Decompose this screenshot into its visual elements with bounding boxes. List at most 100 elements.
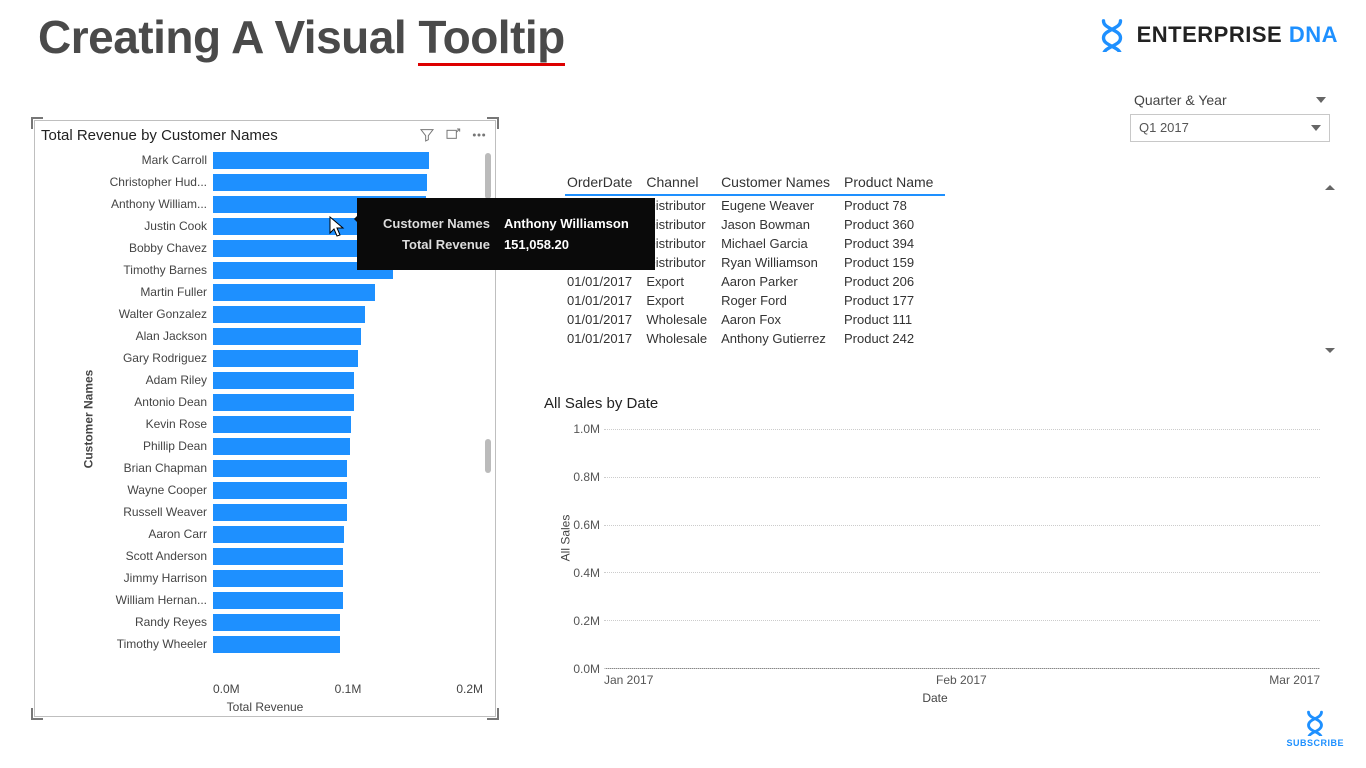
x-tick: Feb 2017 bbox=[936, 673, 987, 687]
bar-category-label: Antonio Dean bbox=[35, 395, 213, 409]
scroll-up-arrow-icon[interactable] bbox=[1325, 180, 1335, 190]
bar[interactable] bbox=[213, 570, 343, 587]
y-tick: 1.0M bbox=[540, 422, 600, 436]
bar-row[interactable]: Phillip Dean bbox=[35, 435, 495, 457]
table-header[interactable]: Customer Names bbox=[719, 170, 842, 195]
visual-title: All Sales by Date bbox=[544, 395, 1330, 412]
x-tick: Jan 2017 bbox=[604, 673, 653, 687]
table-cell: Distributor bbox=[644, 195, 719, 215]
x-tick: 0.1M bbox=[335, 682, 362, 696]
table-row[interactable]: 01/01/2017ExportAaron ParkerProduct 206 bbox=[565, 272, 945, 291]
selection-handle[interactable] bbox=[487, 117, 499, 129]
x-axis-title: Date bbox=[540, 691, 1330, 705]
bar-category-label: Scott Anderson bbox=[35, 549, 213, 563]
quarter-year-slicer[interactable]: Quarter & Year Q1 2017 bbox=[1130, 92, 1330, 142]
bar-row[interactable]: Kevin Rose bbox=[35, 413, 495, 435]
bar-row[interactable]: Wayne Cooper bbox=[35, 479, 495, 501]
bar-row[interactable]: Christopher Hud... bbox=[35, 171, 495, 193]
table-cell: Export bbox=[644, 272, 719, 291]
bar-row[interactable]: Gary Rodriguez bbox=[35, 347, 495, 369]
table-row[interactable]: 01/01/2017WholesaleAnthony GutierrezProd… bbox=[565, 329, 945, 348]
y-tick: 0.2M bbox=[540, 614, 600, 628]
more-options-icon[interactable] bbox=[471, 127, 487, 143]
focus-mode-icon[interactable] bbox=[445, 127, 461, 143]
bar-row[interactable]: William Hernan... bbox=[35, 589, 495, 611]
subscribe-label: SUBSCRIBE bbox=[1286, 738, 1344, 748]
table-cell: Distributor bbox=[644, 234, 719, 253]
dna-icon bbox=[1095, 18, 1129, 52]
bar-row[interactable]: Russell Weaver bbox=[35, 501, 495, 523]
table-cell: Distributor bbox=[644, 253, 719, 272]
table-cell: Eugene Weaver bbox=[719, 195, 842, 215]
bar-row[interactable]: Alan Jackson bbox=[35, 325, 495, 347]
table-cell: 01/01/2017 bbox=[565, 310, 644, 329]
page-title: Creating A Visual Tooltip bbox=[38, 10, 565, 64]
bar-row[interactable]: Jimmy Harrison bbox=[35, 567, 495, 589]
bar-category-label: Adam Riley bbox=[35, 373, 213, 387]
table-cell: Product 360 bbox=[842, 215, 945, 234]
table-cell: Product 206 bbox=[842, 272, 945, 291]
bar-category-label: Martin Fuller bbox=[35, 285, 213, 299]
bar[interactable] bbox=[213, 152, 429, 169]
bar-row[interactable]: Antonio Dean bbox=[35, 391, 495, 413]
bar[interactable] bbox=[213, 372, 354, 389]
bar[interactable] bbox=[213, 460, 347, 477]
bar[interactable] bbox=[213, 394, 354, 411]
bar-row[interactable]: Martin Fuller bbox=[35, 281, 495, 303]
bar-row[interactable]: Randy Reyes bbox=[35, 611, 495, 633]
scroll-down-arrow-icon[interactable] bbox=[1325, 348, 1335, 358]
bar[interactable] bbox=[213, 548, 343, 565]
filter-icon[interactable] bbox=[419, 127, 435, 143]
sales-table[interactable]: OrderDateChannelCustomer NamesProduct Na… bbox=[565, 170, 1335, 365]
bar[interactable] bbox=[213, 438, 350, 455]
table-cell: Product 242 bbox=[842, 329, 945, 348]
table-row[interactable]: 01/01/2017ExportRoger FordProduct 177 bbox=[565, 291, 945, 310]
bar-row[interactable]: Adam Riley bbox=[35, 369, 495, 391]
selection-handle[interactable] bbox=[31, 117, 43, 129]
bar[interactable] bbox=[213, 482, 347, 499]
bar[interactable] bbox=[213, 416, 351, 433]
table-row[interactable]: 01/01/2017WholesaleAaron FoxProduct 111 bbox=[565, 310, 945, 329]
bar-category-label: Christopher Hud... bbox=[35, 175, 213, 189]
bar-category-label: William Hernan... bbox=[35, 593, 213, 607]
page-title-text2: Tooltip bbox=[418, 11, 564, 66]
bar-row[interactable]: Timothy Wheeler bbox=[35, 633, 495, 655]
bar[interactable] bbox=[213, 350, 358, 367]
bar[interactable] bbox=[213, 174, 427, 191]
bar-category-label: Timothy Barnes bbox=[35, 263, 213, 277]
bar-category-label: Jimmy Harrison bbox=[35, 571, 213, 585]
table-cell: Product 394 bbox=[842, 234, 945, 253]
table-cell: Distributor bbox=[644, 215, 719, 234]
bar-row[interactable]: Aaron Carr bbox=[35, 523, 495, 545]
table-cell: 01/01/2017 bbox=[565, 272, 644, 291]
table-scrollbar[interactable] bbox=[1323, 180, 1337, 360]
slicer-value: Q1 2017 bbox=[1139, 115, 1189, 141]
x-axis-title: Total Revenue bbox=[35, 700, 495, 714]
bar[interactable] bbox=[213, 328, 361, 345]
table-header[interactable]: Channel bbox=[644, 170, 719, 195]
bar[interactable] bbox=[213, 636, 340, 653]
x-tick: 0.2M bbox=[456, 682, 483, 696]
table-header[interactable]: Product Name bbox=[842, 170, 945, 195]
all-sales-by-date-visual[interactable]: All Sales by Date All Sales Jan 2017 Feb… bbox=[540, 395, 1330, 705]
table-header[interactable]: OrderDate bbox=[565, 170, 644, 195]
bar-row[interactable]: Walter Gonzalez bbox=[35, 303, 495, 325]
visual-tooltip: Customer NamesAnthony Williamson Total R… bbox=[357, 198, 655, 270]
bar-row[interactable]: Scott Anderson bbox=[35, 545, 495, 567]
table-cell: Product 78 bbox=[842, 195, 945, 215]
chevron-down-icon[interactable] bbox=[1316, 97, 1326, 103]
bar-category-label: Randy Reyes bbox=[35, 615, 213, 629]
bar[interactable] bbox=[213, 614, 340, 631]
table-cell: Aaron Fox bbox=[719, 310, 842, 329]
bar-row[interactable]: Brian Chapman bbox=[35, 457, 495, 479]
tooltip-label: Customer Names bbox=[377, 214, 496, 233]
bar[interactable] bbox=[213, 504, 347, 521]
bar[interactable] bbox=[213, 526, 344, 543]
bar[interactable] bbox=[213, 306, 365, 323]
bar-row[interactable]: Mark Carroll bbox=[35, 149, 495, 171]
bar[interactable] bbox=[213, 284, 375, 301]
dna-icon bbox=[1300, 710, 1330, 736]
bar[interactable] bbox=[213, 592, 343, 609]
slicer-dropdown[interactable]: Q1 2017 bbox=[1130, 114, 1330, 142]
table-cell: 01/01/2017 bbox=[565, 329, 644, 348]
